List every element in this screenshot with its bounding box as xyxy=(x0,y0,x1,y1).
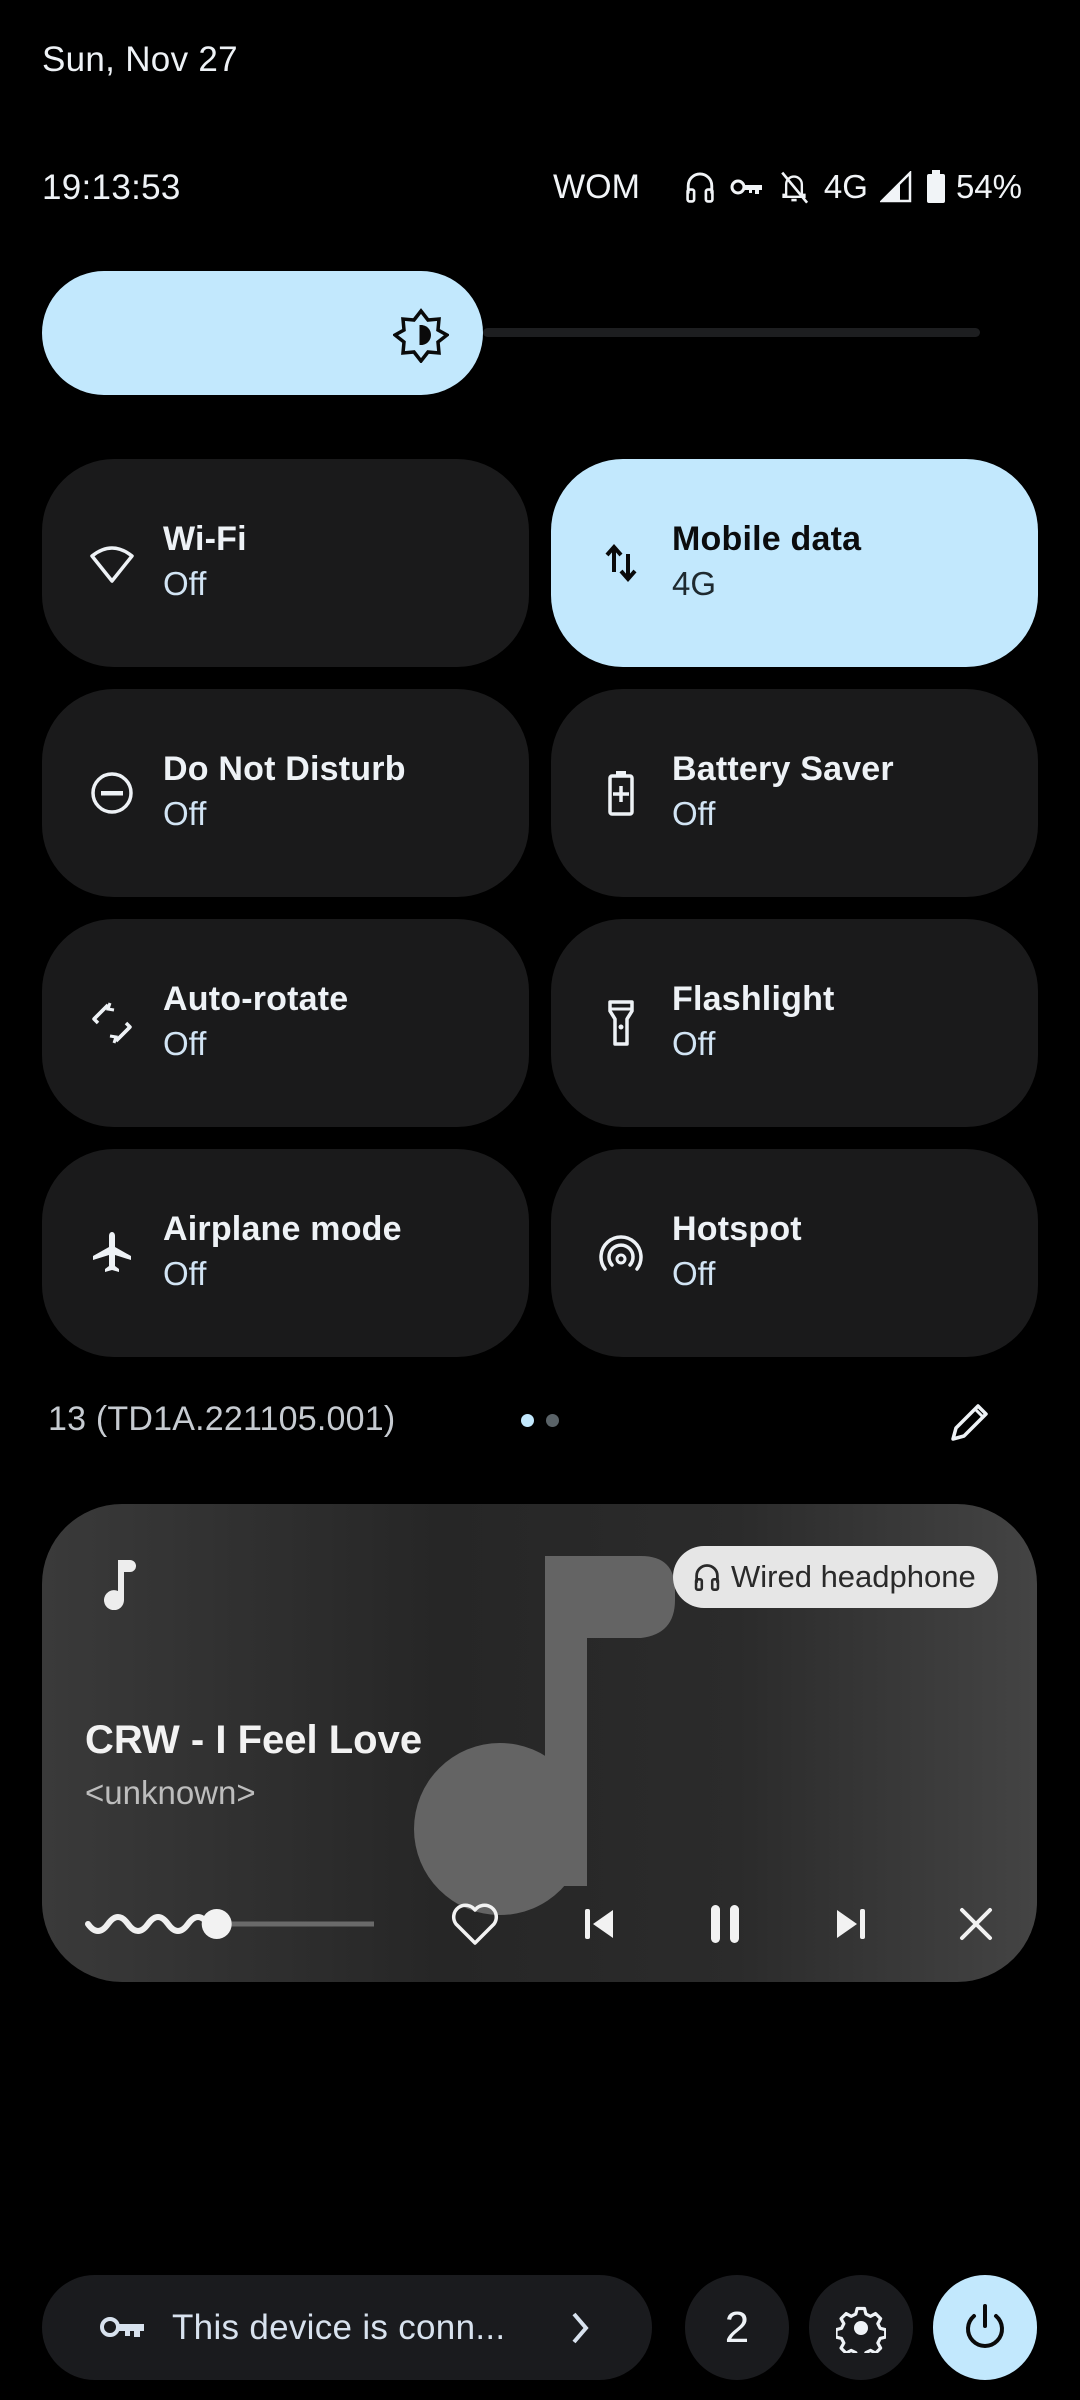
tile-wi-fi[interactable]: Wi-Fi Off xyxy=(42,459,529,667)
gear-icon xyxy=(836,2306,886,2353)
tile-label: Auto-rotate xyxy=(163,980,349,1018)
next-button[interactable] xyxy=(820,1898,880,1950)
seekbar-progress xyxy=(85,1914,220,1934)
date: Sun, Nov 27 xyxy=(42,40,238,79)
status-bar: WOM 4G 54% xyxy=(553,165,1022,209)
close-icon xyxy=(960,1908,992,1940)
skip-previous-icon xyxy=(585,1909,613,1939)
auto-rotate-icon xyxy=(88,999,136,1047)
tile-state: Off xyxy=(163,795,207,832)
tile-label: Hotspot xyxy=(672,1210,802,1248)
previous-button[interactable] xyxy=(570,1898,630,1950)
security-footer-button[interactable]: This device is conn... xyxy=(42,2275,652,2380)
vpn-key-icon xyxy=(100,2316,144,2337)
battery-percent: 54% xyxy=(955,168,1022,205)
page-indicator-dot-active xyxy=(521,1414,534,1427)
tile-label: Airplane mode xyxy=(163,1210,402,1248)
tile-do-not-disturb[interactable]: Do Not Disturb Off xyxy=(42,689,529,897)
tile-flashlight[interactable]: Flashlight Off xyxy=(551,919,1038,1127)
security-footer-text: This device is conn... xyxy=(172,2307,506,2347)
tile-state: Off xyxy=(672,1025,716,1062)
signal-icon xyxy=(879,171,912,203)
tile-auto-rotate[interactable]: Auto-rotate Off xyxy=(42,919,529,1127)
tile-hotspot[interactable]: Hotspot Off xyxy=(551,1149,1038,1357)
tile-state: Off xyxy=(163,565,207,602)
headphones-icon xyxy=(684,170,716,204)
dismiss-media-button[interactable] xyxy=(946,1898,1006,1950)
tile-state: Off xyxy=(672,1255,716,1292)
tile-battery-saver[interactable]: Battery Saver Off xyxy=(551,689,1038,897)
hotspot-icon xyxy=(597,1229,645,1277)
vpn-key-icon xyxy=(730,177,764,197)
tile-state: Off xyxy=(163,1255,207,1292)
flashlight-icon xyxy=(597,999,645,1047)
power-button[interactable] xyxy=(933,2275,1037,2380)
mobile-data-icon xyxy=(597,539,645,587)
like-button[interactable] xyxy=(445,1898,505,1950)
carrier-name: WOM xyxy=(553,167,640,206)
tile-state: Off xyxy=(672,795,716,832)
media-seekbar[interactable] xyxy=(80,1894,380,1954)
tile-label: Flashlight xyxy=(672,980,835,1018)
notifications-off-icon xyxy=(778,170,810,204)
media-artist: <unknown> xyxy=(85,1774,256,1811)
airplane-icon xyxy=(88,1229,136,1277)
skip-next-icon xyxy=(837,1909,865,1939)
tile-airplane-mode[interactable]: Airplane mode Off xyxy=(42,1149,529,1357)
chevron-right-icon xyxy=(572,2312,589,2344)
clock[interactable]: 19:13:53 xyxy=(42,168,181,208)
heart-icon xyxy=(451,1903,499,1945)
output-device-label: Wired headphone xyxy=(731,1559,976,1594)
headphones-icon xyxy=(694,1564,720,1591)
battery-saver-icon xyxy=(597,769,645,817)
settings-button[interactable] xyxy=(809,2275,913,2380)
media-player-card[interactable]: Wired headphone CRW - I Feel Love <unkno… xyxy=(42,1504,1037,1982)
tile-label: Wi-Fi xyxy=(163,520,247,558)
do-not-disturb-icon xyxy=(88,769,136,817)
app-music-note-icon xyxy=(96,1554,140,1611)
tile-mobile-data[interactable]: Mobile data 4G xyxy=(551,459,1038,667)
brightness-slider-track[interactable] xyxy=(482,328,980,337)
tile-state: Off xyxy=(163,1025,207,1062)
pause-button[interactable] xyxy=(695,1898,755,1950)
pause-icon xyxy=(711,1905,739,1943)
output-device-chip[interactable]: Wired headphone xyxy=(673,1546,998,1608)
edit-button[interactable] xyxy=(944,1396,996,1448)
tile-label: Do Not Disturb xyxy=(163,750,406,788)
tile-state: 4G xyxy=(672,565,717,602)
build-number[interactable]: 13 (TD1A.221105.001) xyxy=(48,1400,395,1439)
power-icon xyxy=(966,2303,1004,2348)
media-title: CRW - I Feel Love xyxy=(85,1718,423,1762)
user-count: 2 xyxy=(724,2302,750,2352)
wifi-icon xyxy=(88,539,136,587)
seekbar-thumb[interactable] xyxy=(201,1909,232,1939)
tile-label: Battery Saver xyxy=(672,750,894,788)
user-switcher-button[interactable]: 2 xyxy=(685,2275,789,2380)
battery-icon xyxy=(926,170,946,204)
page-indicator-dot xyxy=(546,1414,559,1427)
edit-pencil-icon xyxy=(951,1404,988,1441)
network-type: 4G xyxy=(823,168,868,205)
tile-label: Mobile data xyxy=(672,520,862,558)
brightness-icon xyxy=(391,307,451,364)
